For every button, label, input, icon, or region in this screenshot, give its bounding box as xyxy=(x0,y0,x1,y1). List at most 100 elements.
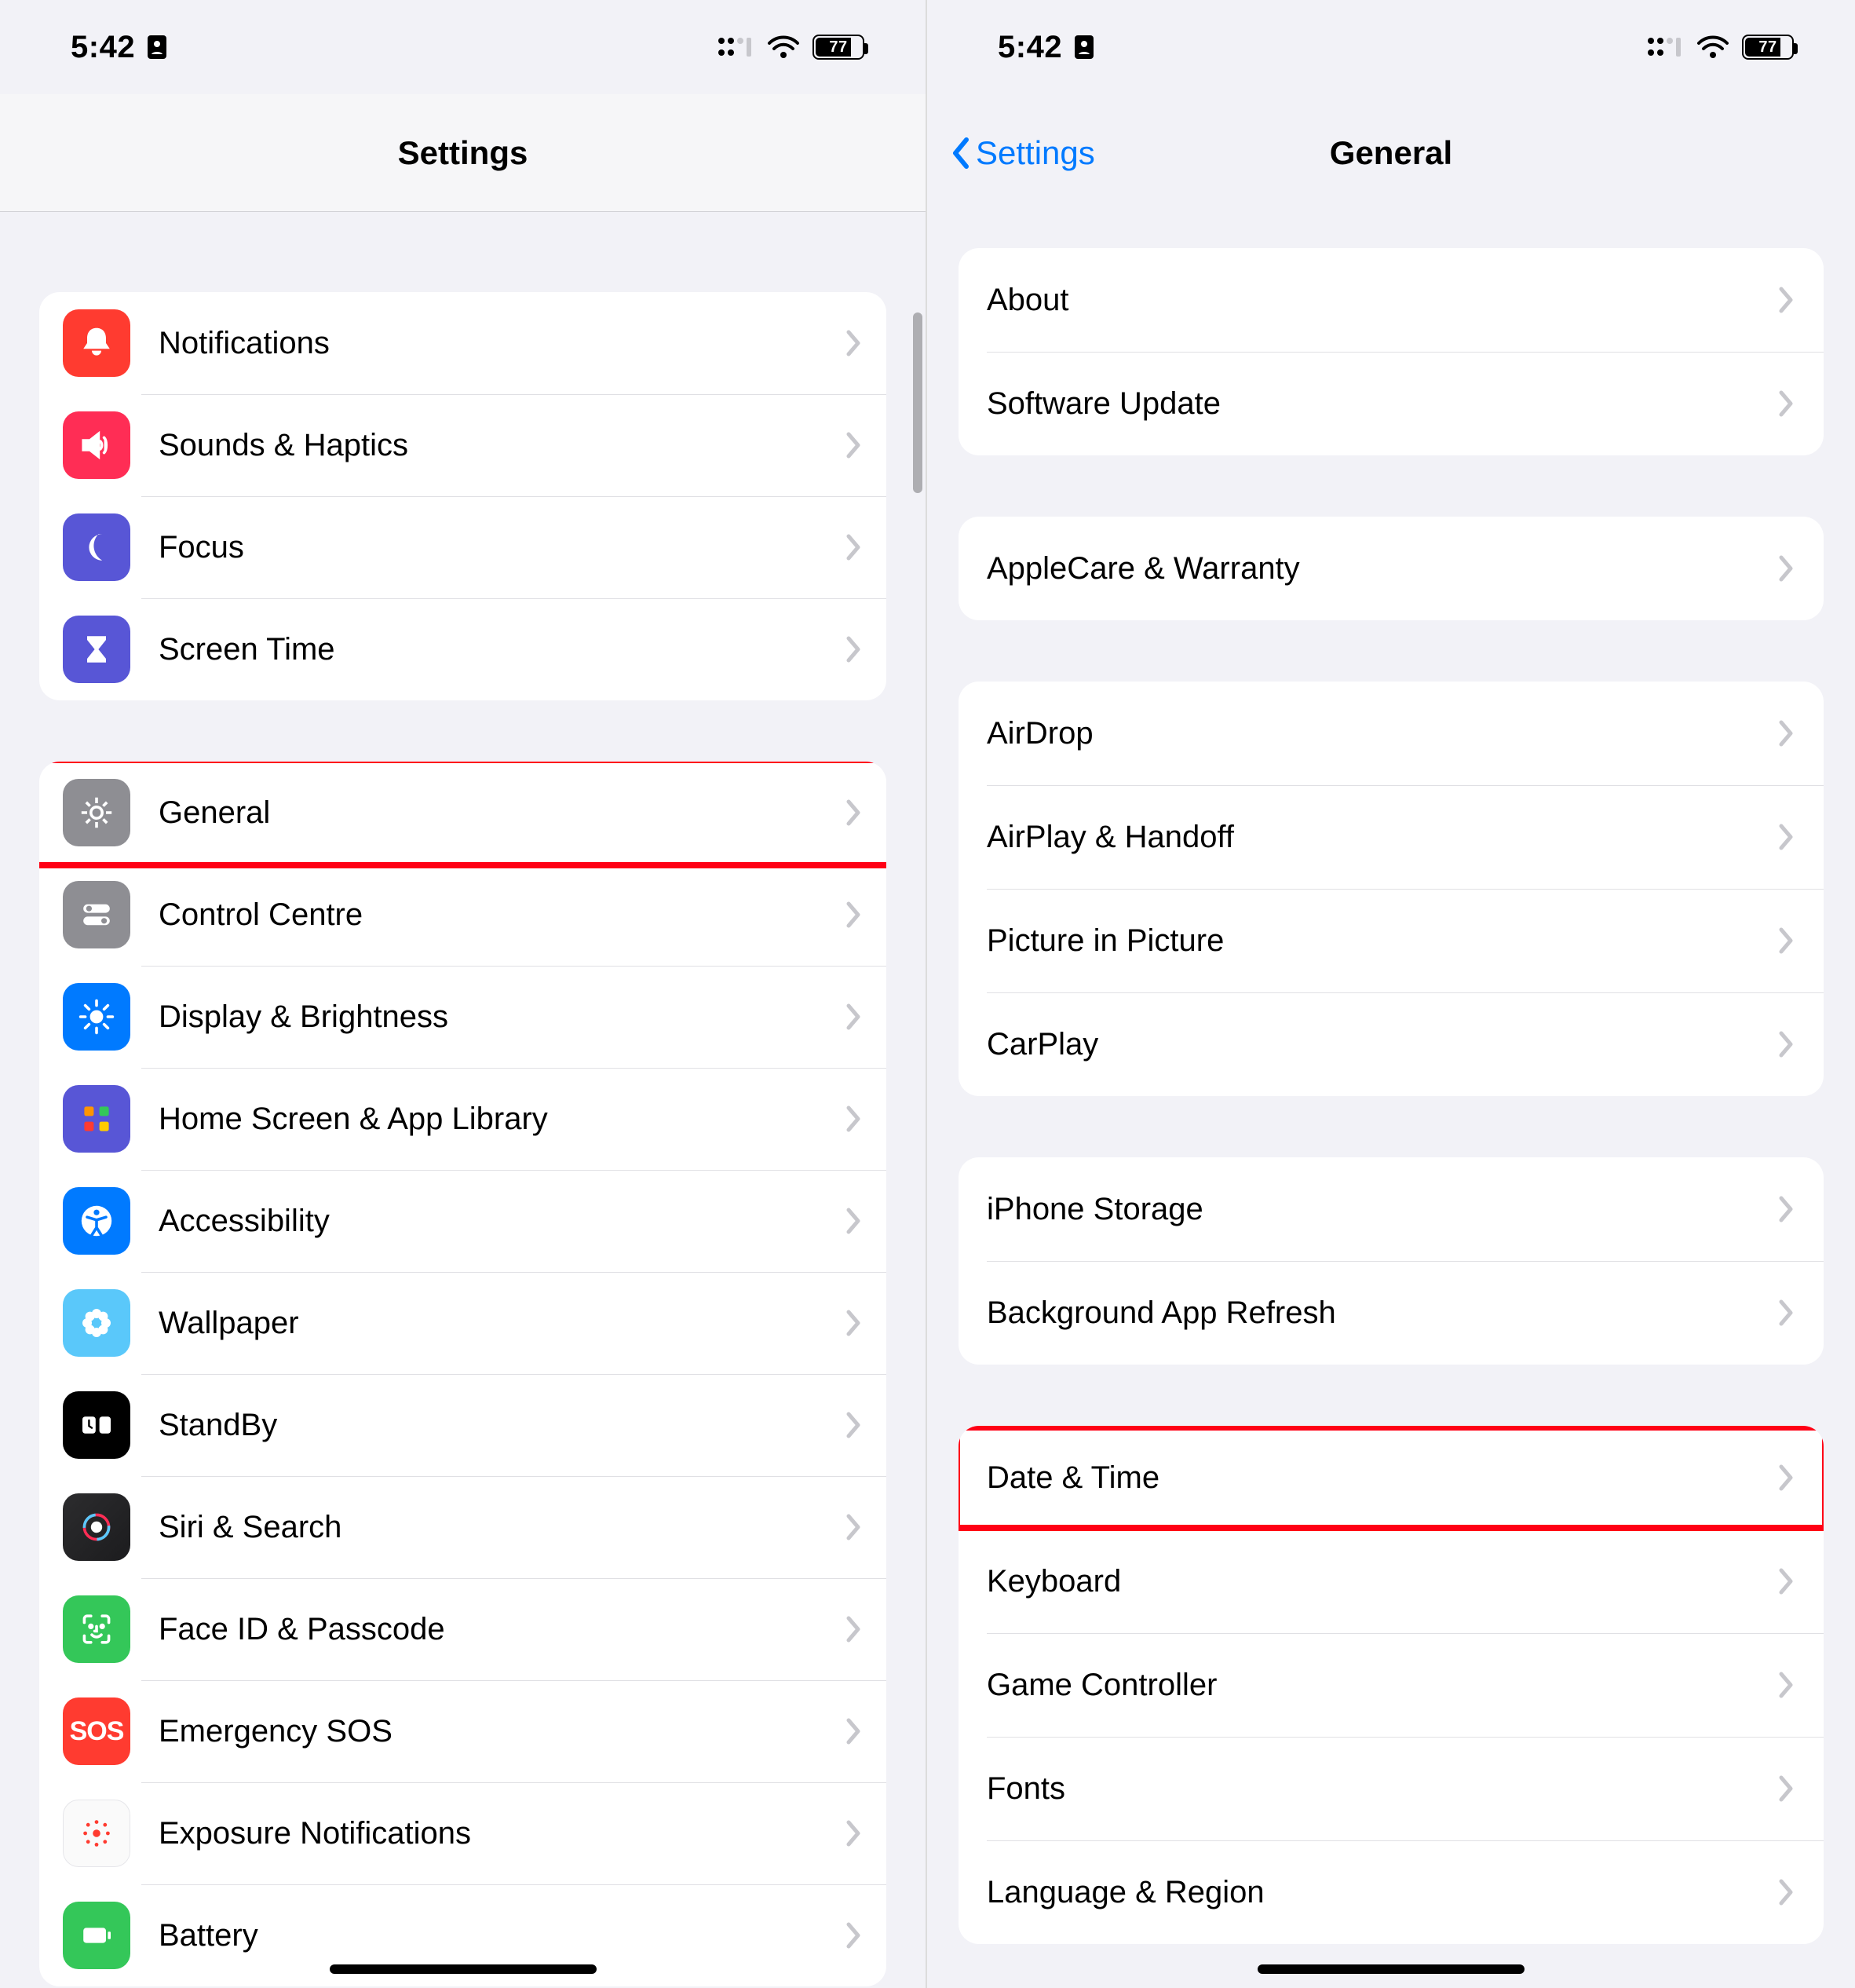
row-label: Language & Region xyxy=(987,1875,1778,1910)
scroll-thumb[interactable] xyxy=(913,312,922,493)
row-label: Screen Time xyxy=(159,632,845,667)
chevron-right-icon xyxy=(845,901,863,929)
row-airdrop[interactable]: AirDrop xyxy=(959,682,1824,785)
row-label: Wallpaper xyxy=(159,1306,845,1341)
row-label: Accessibility xyxy=(159,1204,845,1239)
row-background-app-refresh[interactable]: Background App Refresh xyxy=(959,1261,1824,1365)
row-home-screen[interactable]: Home Screen & App Library xyxy=(39,1068,886,1170)
general-section: Date & Time Keyboard Game Controller Fonts L… xyxy=(959,1426,1824,1944)
row-exposure-notifications[interactable]: Exposure Notifications xyxy=(39,1782,886,1884)
chevron-right-icon xyxy=(1778,1774,1795,1803)
chevron-right-icon xyxy=(1778,286,1795,314)
back-button[interactable]: Settings xyxy=(951,134,1095,172)
row-standby[interactable]: StandBy xyxy=(39,1374,886,1476)
row-label: Siri & Search xyxy=(159,1510,845,1545)
row-label: Sounds & Haptics xyxy=(159,428,845,463)
row-sounds-haptics[interactable]: Sounds & Haptics xyxy=(39,394,886,496)
row-carplay[interactable]: CarPlay xyxy=(959,992,1824,1096)
row-label: Focus xyxy=(159,530,845,565)
row-label: Control Centre xyxy=(159,897,845,933)
row-wallpaper[interactable]: Wallpaper xyxy=(39,1272,886,1374)
moon-icon xyxy=(63,513,130,581)
settings-list: Notifications Sounds & Haptics Focus Screen… xyxy=(0,292,926,1986)
row-face-id[interactable]: Face ID & Passcode xyxy=(39,1578,886,1680)
flower-icon xyxy=(63,1289,130,1357)
chevron-right-icon xyxy=(845,431,863,459)
chevron-right-icon xyxy=(1778,1030,1795,1058)
row-emergency-sos[interactable]: SOS Emergency SOS xyxy=(39,1680,886,1782)
row-iphone-storage[interactable]: iPhone Storage xyxy=(959,1157,1824,1261)
chevron-right-icon xyxy=(845,1105,863,1133)
chevron-right-icon xyxy=(1778,926,1795,955)
status-bar: 5:42 77 xyxy=(927,0,1855,94)
wifi-icon xyxy=(767,35,800,59)
row-accessibility[interactable]: Accessibility xyxy=(39,1170,886,1272)
row-focus[interactable]: Focus xyxy=(39,496,886,598)
row-language-region[interactable]: Language & Region xyxy=(959,1840,1824,1944)
chevron-right-icon xyxy=(845,798,863,827)
row-label: Keyboard xyxy=(987,1564,1778,1599)
signal-icon xyxy=(1646,35,1684,59)
row-label: Battery xyxy=(159,1918,845,1953)
siri-icon xyxy=(63,1493,130,1561)
row-label: AirPlay & Handoff xyxy=(987,820,1778,855)
navbar: Settings xyxy=(0,94,926,212)
row-label: Picture in Picture xyxy=(987,923,1778,959)
page-title: General xyxy=(1330,134,1452,172)
row-label: Face ID & Passcode xyxy=(159,1612,845,1647)
row-label: Emergency SOS xyxy=(159,1714,845,1749)
row-date-time[interactable]: Date & Time xyxy=(959,1426,1824,1529)
bell-icon xyxy=(63,309,130,377)
row-siri-search[interactable]: Siri & Search xyxy=(39,1476,886,1578)
row-keyboard[interactable]: Keyboard xyxy=(959,1529,1824,1633)
row-display-brightness[interactable]: Display & Brightness xyxy=(39,966,886,1068)
row-game-controller[interactable]: Game Controller xyxy=(959,1633,1824,1737)
general-section: AppleCare & Warranty xyxy=(959,517,1824,620)
row-screen-time[interactable]: Screen Time xyxy=(39,598,886,700)
general-list: About Software Update AppleCare & Warranty… xyxy=(927,248,1855,1944)
row-label: Exposure Notifications xyxy=(159,1816,845,1851)
chevron-left-icon xyxy=(951,137,971,170)
chevron-right-icon xyxy=(845,1921,863,1950)
sos-icon: SOS xyxy=(63,1697,130,1765)
chevron-right-icon xyxy=(845,533,863,561)
chevron-right-icon xyxy=(845,329,863,357)
exposure-icon xyxy=(63,1800,130,1867)
row-picture-in-picture[interactable]: Picture in Picture xyxy=(959,889,1824,992)
row-fonts[interactable]: Fonts xyxy=(959,1737,1824,1840)
chevron-right-icon xyxy=(1778,719,1795,747)
row-general[interactable]: General xyxy=(39,762,886,864)
faceid-icon xyxy=(63,1595,130,1663)
row-notifications[interactable]: Notifications xyxy=(39,292,886,394)
chevron-right-icon xyxy=(1778,1567,1795,1595)
row-label: About xyxy=(987,283,1778,318)
chevron-right-icon xyxy=(1778,1464,1795,1492)
hourglass-icon xyxy=(63,616,130,683)
row-about[interactable]: About xyxy=(959,248,1824,352)
chevron-right-icon xyxy=(1778,554,1795,583)
sun-icon xyxy=(63,983,130,1051)
home-indicator[interactable] xyxy=(330,1964,597,1974)
row-label: iPhone Storage xyxy=(987,1192,1778,1227)
chevron-right-icon xyxy=(845,1003,863,1031)
battery-icon xyxy=(63,1902,130,1969)
general-screen: 5:42 77 Settings General About Software U… xyxy=(927,0,1855,1988)
row-software-update[interactable]: Software Update xyxy=(959,352,1824,455)
row-label: Background App Refresh xyxy=(987,1295,1778,1331)
row-control-centre[interactable]: Control Centre xyxy=(39,864,886,966)
chevron-right-icon xyxy=(1778,1299,1795,1327)
navbar: Settings General xyxy=(927,94,1855,212)
grid-icon xyxy=(63,1085,130,1153)
row-label: CarPlay xyxy=(987,1027,1778,1062)
row-label: Display & Brightness xyxy=(159,999,845,1035)
row-label: General xyxy=(159,795,845,831)
home-indicator[interactable] xyxy=(1258,1964,1525,1974)
row-airplay-handoff[interactable]: AirPlay & Handoff xyxy=(959,785,1824,889)
row-label: Game Controller xyxy=(987,1668,1778,1703)
speaker-icon xyxy=(63,411,130,479)
row-label: Date & Time xyxy=(987,1460,1778,1496)
row-label: Home Screen & App Library xyxy=(159,1102,845,1137)
general-section: iPhone Storage Background App Refresh xyxy=(959,1157,1824,1365)
row-applecare[interactable]: AppleCare & Warranty xyxy=(959,517,1824,620)
battery-indicator: 77 xyxy=(812,35,864,60)
